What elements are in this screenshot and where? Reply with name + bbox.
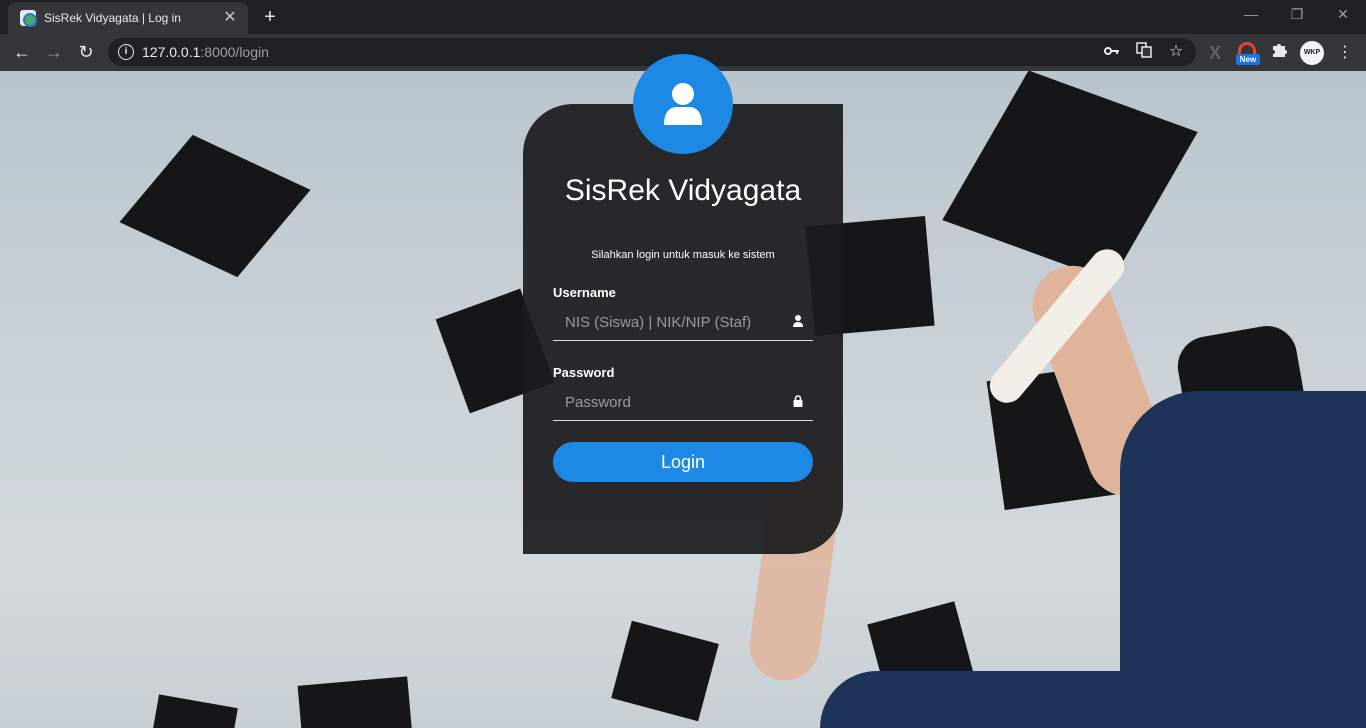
minimize-button[interactable]: —: [1228, 0, 1274, 30]
extension-icon[interactable]: X: [1204, 42, 1226, 64]
window-close-button[interactable]: ✕: [1320, 0, 1366, 30]
user-icon: [664, 83, 702, 125]
username-label: Username: [553, 285, 616, 300]
login-subtitle: Silahkan login untuk masuk ke sistem: [591, 249, 775, 261]
back-icon[interactable]: ←: [8, 38, 36, 66]
maximize-button[interactable]: ❐: [1274, 0, 1320, 30]
puzzle-icon[interactable]: [1268, 42, 1290, 64]
user-icon: [793, 315, 803, 327]
extension-new-icon[interactable]: New: [1236, 42, 1260, 65]
url-path: :8000/login: [200, 44, 269, 60]
favicon-icon: [20, 10, 37, 27]
page-title: SisRek Vidyagata: [564, 174, 802, 207]
reload-icon[interactable]: ↻: [72, 38, 100, 66]
address-bar[interactable]: i 127.0.0.1:8000/login ☆: [108, 38, 1196, 66]
login-button[interactable]: Login: [553, 442, 813, 482]
browser-tab[interactable]: SisRek Vidyagata | Log in ✕: [8, 2, 248, 34]
tab-strip: SisRek Vidyagata | Log in ✕ + — ❐ ✕: [0, 0, 1366, 34]
graduation-cap-image: [152, 694, 238, 728]
star-icon[interactable]: ☆: [1166, 42, 1186, 62]
graduation-cap-image: [297, 676, 413, 728]
graduation-cap-image: [942, 71, 1198, 282]
username-input[interactable]: [553, 305, 783, 339]
tab-close-icon[interactable]: ✕: [220, 8, 240, 28]
kebab-menu-icon[interactable]: ⋮: [1334, 42, 1356, 64]
graduation-cap-image: [611, 620, 719, 722]
lock-icon: [793, 395, 803, 407]
robe-image: [820, 671, 1160, 728]
password-field: [553, 385, 813, 421]
graduation-cap-image: [119, 134, 311, 278]
password-label: Password: [553, 365, 615, 380]
username-field: [553, 305, 813, 341]
new-badge: New: [1236, 54, 1260, 65]
forward-icon[interactable]: →: [40, 38, 68, 66]
translate-icon[interactable]: [1134, 42, 1154, 62]
avatar: [633, 54, 733, 154]
url-text[interactable]: 127.0.0.1:8000/login: [142, 44, 269, 60]
profile-avatar[interactable]: WKP: [1300, 41, 1324, 65]
password-input[interactable]: [553, 385, 783, 419]
url-host: 127.0.0.1: [142, 44, 201, 60]
key-icon[interactable]: [1102, 42, 1122, 62]
new-tab-button[interactable]: +: [258, 6, 282, 28]
tab-title: SisRek Vidyagata | Log in: [44, 11, 181, 25]
info-icon[interactable]: i: [118, 44, 134, 60]
